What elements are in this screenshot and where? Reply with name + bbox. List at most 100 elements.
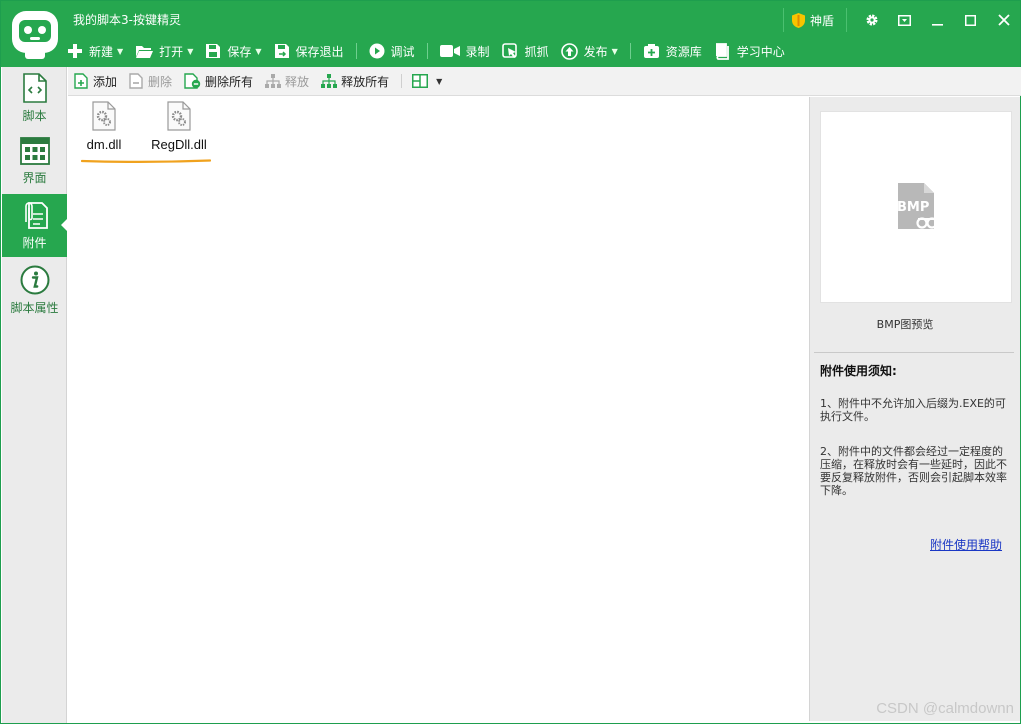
- right-info-panel: BMP BMP图预览 附件使用须知: 1、附件中不允许加入后缀为.EXE的可执行…: [809, 97, 1020, 721]
- play-icon: [369, 43, 385, 59]
- debug-label: 调试: [390, 44, 415, 59]
- notice-item-2: 2、附件中的文件都会经过一定程度的压缩，在释放时会有一些延时，因此不要反复释放附…: [820, 445, 1007, 497]
- add-label: 添加: [93, 74, 118, 89]
- release-all-tree-icon: [321, 73, 338, 88]
- grab-icon: [501, 43, 517, 58]
- chevron-down-icon: ▼: [255, 46, 262, 56]
- panel-divider: [814, 352, 1014, 353]
- sidebar-item-label: 脚本属性: [10, 301, 59, 315]
- maximize-icon: [965, 14, 976, 26]
- learning-center-label: 学习中心: [736, 44, 785, 59]
- chevron-down-icon: ▼: [187, 46, 194, 56]
- info-icon: [20, 265, 49, 295]
- shield-button[interactable]: 神盾: [782, 8, 847, 32]
- attachment-toolbar: 添加 删除 删除所有 释放 释放所有 ▼: [68, 67, 1021, 96]
- shield-label: 神盾: [809, 13, 834, 28]
- gear-icon: [866, 14, 877, 26]
- view-mode-button[interactable]: ▼: [412, 74, 442, 88]
- app-logo-icon: [12, 11, 58, 59]
- close-icon: [997, 14, 1010, 26]
- notice-item-1: 1、附件中不允许加入后缀为.EXE的可执行文件。: [820, 397, 1006, 423]
- dll-file-icon: [167, 101, 191, 131]
- resource-label: 资源库: [665, 44, 702, 59]
- active-indicator-arrow: [61, 218, 68, 232]
- new-label: 新建: [89, 44, 114, 59]
- watermark-text: CSDN @calmdownn: [876, 700, 1014, 717]
- video-camera-icon: [439, 45, 460, 57]
- delete-all-button[interactable]: 删除所有: [184, 73, 253, 90]
- title-bar: 我的脚本3-按键精灵 新建 ▼ 打开 ▼ 保存 ▼ 保存退出 调试 录制 抓抓 …: [1, 1, 1020, 67]
- sidebar-item-interface[interactable]: 界面: [2, 131, 67, 193]
- close-button[interactable]: [987, 8, 1020, 32]
- highlight-underline: [81, 159, 211, 163]
- window-title: 我的脚本3-按键精灵: [73, 13, 181, 27]
- window-controls: 神盾: [782, 7, 1020, 33]
- delete-file-icon: [129, 73, 143, 89]
- dll-file-icon: [92, 101, 116, 131]
- file-item[interactable]: dm.dll: [64, 101, 144, 159]
- left-sidebar: 脚本 界面 附件 脚本属性: [2, 67, 68, 723]
- grab-button[interactable]: 抓抓: [501, 39, 549, 63]
- record-button[interactable]: 录制: [439, 39, 490, 63]
- open-button[interactable]: 打开 ▼: [135, 39, 193, 63]
- save-exit-icon: [274, 44, 289, 58]
- bmp-image-icon: BMP: [897, 183, 938, 229]
- publish-label: 发布: [583, 44, 608, 59]
- save-exit-label: 保存退出: [295, 44, 344, 59]
- save-exit-button[interactable]: 保存退出: [274, 39, 344, 63]
- attachment-help-link[interactable]: 附件使用帮助: [930, 536, 1002, 553]
- grab-label: 抓抓: [524, 44, 549, 59]
- dropdown-menu-icon: [898, 14, 911, 26]
- sidebar-item-label: 附件: [22, 236, 47, 250]
- minimize-button[interactable]: [921, 8, 954, 32]
- sidebar-item-script-properties[interactable]: 脚本属性: [2, 259, 67, 321]
- delete-all-label: 删除所有: [205, 74, 254, 89]
- toolbar-divider: [401, 74, 403, 88]
- delete-label: 删除: [148, 74, 173, 89]
- sidebar-item-label: 脚本: [22, 109, 47, 123]
- settings-button[interactable]: [855, 8, 888, 32]
- chevron-down-icon: ▼: [117, 46, 124, 56]
- toolbar-divider: [629, 43, 631, 59]
- learning-center-button[interactable]: 学习中心: [714, 39, 785, 63]
- bmp-preview-box: BMP: [820, 111, 1012, 303]
- maximize-button[interactable]: [954, 8, 987, 32]
- grid-layout-icon: [19, 137, 50, 165]
- book-icon: [715, 42, 729, 60]
- save-label: 保存: [227, 44, 252, 59]
- resource-icon: [643, 44, 659, 58]
- file-item[interactable]: RegDll.dll: [139, 101, 219, 159]
- add-attachment-button[interactable]: 添加: [74, 73, 117, 90]
- toolbar-divider: [355, 43, 357, 59]
- release-tree-icon: [265, 73, 282, 88]
- publish-button[interactable]: 发布 ▼: [560, 39, 618, 63]
- sidebar-item-script[interactable]: 脚本: [2, 67, 67, 129]
- sidebar-item-attachment[interactable]: 附件: [2, 194, 68, 257]
- file-name: RegDll.dll: [151, 137, 207, 152]
- release-label: 释放: [285, 74, 310, 89]
- menu-dropdown-button[interactable]: [888, 8, 921, 32]
- view-layout-icon: [412, 74, 429, 88]
- app-window: 我的脚本3-按键精灵 新建 ▼ 打开 ▼ 保存 ▼ 保存退出 调试 录制 抓抓 …: [0, 0, 1021, 724]
- add-file-icon: [74, 73, 88, 89]
- sidebar-item-label: 界面: [22, 171, 47, 185]
- toolbar-divider: [426, 43, 428, 59]
- save-icon: [206, 44, 221, 58]
- new-button[interactable]: 新建 ▼: [67, 39, 123, 63]
- minimize-icon: [932, 23, 943, 26]
- resource-library-button[interactable]: 资源库: [643, 39, 702, 63]
- bmp-badge: BMP: [897, 200, 929, 215]
- attachment-file-list: dm.dll RegDll.dll: [68, 97, 809, 721]
- record-label: 录制: [465, 44, 490, 59]
- plus-icon: [68, 44, 82, 58]
- debug-button[interactable]: 调试: [369, 39, 415, 63]
- chevron-down-icon: ▼: [611, 46, 618, 56]
- release-all-button[interactable]: 释放所有: [321, 73, 389, 90]
- attachment-icon: [24, 202, 48, 229]
- release-button[interactable]: 释放: [265, 73, 309, 90]
- release-all-label: 释放所有: [341, 74, 390, 89]
- save-button[interactable]: 保存 ▼: [205, 39, 262, 63]
- preview-caption: BMP图预览: [876, 318, 934, 331]
- script-file-icon: [22, 73, 47, 103]
- delete-attachment-button[interactable]: 删除: [129, 73, 172, 90]
